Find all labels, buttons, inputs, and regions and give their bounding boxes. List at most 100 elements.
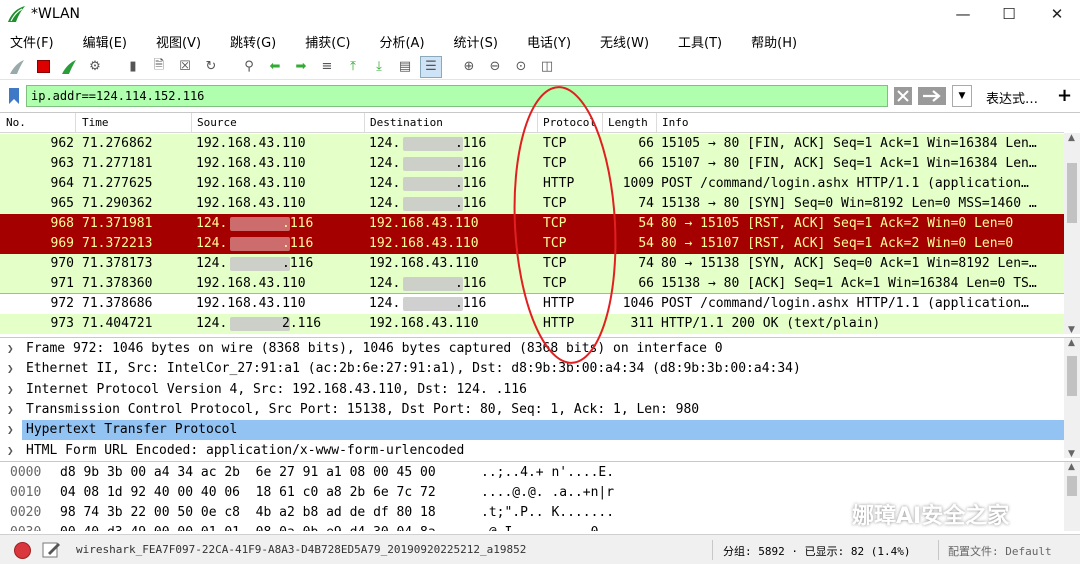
minimize-button[interactable]: — [940, 0, 986, 28]
filter-history-dropdown[interactable]: ▼ [952, 85, 972, 107]
column-header-destination[interactable]: Destination [370, 116, 443, 129]
details-scroll-thumb[interactable] [1067, 356, 1077, 396]
apply-filter-button[interactable] [917, 85, 947, 107]
go-to-packet-button[interactable]: ≡ [316, 56, 338, 78]
capture-comment-icon[interactable] [42, 541, 62, 559]
close-icon: ✕ [1050, 5, 1064, 23]
open-file-button[interactable]: ▮ [122, 56, 144, 78]
column-header-no[interactable]: No. [6, 116, 26, 129]
menu-telephony[interactable]: 电话(Y) [521, 32, 571, 51]
expand-arrow-icon[interactable]: ❯ [7, 400, 14, 420]
add-filter-button-icon[interactable]: + [1057, 85, 1072, 106]
menu-view[interactable]: 视图(V) [150, 32, 201, 51]
stop-capture-button[interactable] [32, 56, 54, 78]
menu-help[interactable]: 帮助(H) [745, 32, 797, 51]
arrow-right-icon [918, 87, 946, 105]
ascii-bytes: ..;..4.+ n'....E. [481, 465, 615, 480]
packet-row[interactable]: 963 71.277181 192.168.43.110 124. TCP 66 15107… [0, 154, 1064, 174]
menu-go[interactable]: 跳转(G) [224, 32, 276, 51]
column-header-info[interactable]: Info [662, 116, 689, 129]
find-packet-button[interactable]: ⚲ [238, 56, 260, 78]
packet-length: 66 [638, 276, 654, 291]
colorize-button[interactable]: ☰ [420, 55, 442, 78]
shark-fin-icon [10, 59, 24, 74]
packet-info: POST /command/login.ashx HTTP/1.1 (appli… [661, 176, 1029, 191]
menu-wireless[interactable]: 无线(W) [594, 32, 649, 51]
autoscroll-button[interactable]: ▤ [394, 56, 416, 78]
packet-list-scroll-thumb[interactable] [1067, 163, 1077, 223]
title-bar: *WLAN — ☐ ✕ [0, 0, 1080, 28]
menu-edit[interactable]: 编辑(E) [77, 32, 127, 51]
column-header-length[interactable]: Length [608, 116, 648, 129]
expression-button[interactable]: 表达式… [986, 88, 1038, 107]
start-capture-button[interactable] [6, 56, 28, 78]
packet-row[interactable]: 969 71.372213 124. 192.168.43.110 TCP 54 80 → … [0, 234, 1064, 254]
packet-row[interactable]: 965 71.290362 192.168.43.110 124. TCP 74 15138… [0, 194, 1064, 214]
reload-button[interactable]: ↻ [200, 56, 222, 78]
packet-time: 71.378686 [82, 296, 153, 311]
minimize-icon: — [955, 5, 971, 23]
go-back-button[interactable]: ⬅ [264, 56, 286, 78]
column-divider [75, 113, 76, 133]
bytes-scrollbar[interactable]: ▲ [1064, 462, 1080, 531]
zoom-in-button[interactable]: ⊕ [458, 56, 480, 78]
detail-tree-item[interactable]: ❯ HTML Form URL Encoded: application/x-ww… [0, 441, 1064, 459]
detail-tree-item[interactable]: ❯ Internet Protocol Version 4, Src: 192.1… [0, 380, 1064, 400]
toolbar-separator [446, 56, 454, 78]
goto-packet-icon: ≡ [321, 59, 333, 74]
display-filter-input[interactable]: ip.addr==124.114.152.116 [26, 85, 888, 107]
clear-filter-button[interactable] [892, 85, 914, 107]
packet-destination: 192.168.43.110 [369, 256, 479, 271]
capture-options-button[interactable]: ⚙ [84, 56, 106, 78]
detail-tree-item[interactable]: ❯ Ethernet II, Src: IntelCor_27:91:a1 (ac… [0, 359, 1064, 379]
last-packet-button[interactable]: ⤓ [368, 56, 390, 78]
packet-row[interactable]: 962 71.276862 192.168.43.110 124. TCP 66 15105… [0, 134, 1064, 154]
close-file-button[interactable]: ☒ [174, 56, 196, 78]
detail-tree-item[interactable]: ❯ Transmission Control Protocol, Src Port… [0, 400, 1064, 420]
hex-dump-row[interactable]: 0000 d8 9b 3b 00 a4 34 ac 2b 6e 27 91 a1 … [0, 463, 1064, 483]
column-divider [602, 113, 603, 133]
expand-arrow-icon[interactable]: ❯ [7, 359, 14, 379]
zoom-out-button[interactable]: ⊖ [484, 56, 506, 78]
scroll-down-icon: ▼ [1068, 325, 1075, 334]
packet-list-scrollbar[interactable]: ▲ ▼ [1064, 133, 1080, 334]
filter-bookmark-button[interactable] [4, 85, 24, 107]
packet-row[interactable]: 971 71.378360 192.168.43.110 124. TCP 66 15138… [0, 274, 1064, 294]
detail-text: Ethernet II, Src: IntelCor_27:91:a1 (ac:… [26, 361, 801, 377]
expand-arrow-icon[interactable]: ❯ [7, 441, 14, 459]
details-scrollbar[interactable]: ▲ ▼ [1064, 338, 1080, 458]
ip-suffix: .116 [282, 236, 314, 251]
profile-status[interactable]: 配置文件: Default [948, 543, 1052, 559]
column-header-source[interactable]: Source [197, 116, 237, 129]
column-header-protocol[interactable]: Protocol [543, 116, 596, 129]
maximize-button[interactable]: ☐ [986, 0, 1032, 28]
first-packet-icon: ⤒ [350, 59, 356, 74]
restart-capture-button[interactable] [58, 56, 80, 78]
column-header-time[interactable]: Time [82, 116, 109, 129]
expand-arrow-icon[interactable]: ❯ [7, 339, 14, 359]
packet-row[interactable]: 970 71.378173 124. 192.168.43.110 TCP 74 80 → … [0, 254, 1064, 274]
detail-tree-item[interactable]: Hypertext Transfer Protocol [22, 420, 1064, 441]
packet-row[interactable]: 972 71.378686 192.168.43.110 124. HTTP 1046 PO… [0, 293, 1065, 315]
packet-row[interactable]: 964 71.277625 192.168.43.110 124. HTTP 1009 PO… [0, 174, 1064, 194]
detail-tree-item[interactable]: ❯ Frame 972: 1046 bytes on wire (8368 bit… [0, 339, 1064, 359]
redaction-blur [403, 197, 463, 211]
packet-time: 71.372213 [82, 236, 153, 251]
expand-arrow-icon[interactable]: ❯ [7, 380, 14, 400]
go-forward-button[interactable]: ➡ [290, 56, 312, 78]
close-window-button[interactable]: ✕ [1034, 0, 1080, 28]
first-packet-button[interactable]: ⤒ [342, 56, 364, 78]
menu-file[interactable]: 文件(F) [4, 32, 54, 51]
save-file-button[interactable]: 🗎 [148, 56, 170, 78]
menu-tools[interactable]: 工具(T) [672, 32, 722, 51]
packet-row[interactable]: 973 71.404721 124. 192.168.43.110 HTTP 311 HTT… [0, 314, 1064, 334]
expand-arrow-icon[interactable]: ❯ [7, 420, 14, 440]
bytes-scroll-thumb[interactable] [1067, 476, 1077, 496]
resize-columns-button[interactable]: ◫ [536, 56, 558, 78]
packet-row[interactable]: 968 71.371981 124. 192.168.43.110 TCP 54 80 → … [0, 214, 1064, 234]
menu-capture[interactable]: 捕获(C) [299, 32, 350, 51]
normal-size-button[interactable]: ⊙ [510, 56, 532, 78]
menu-analyze[interactable]: 分析(A) [373, 32, 424, 51]
menu-statistics[interactable]: 统计(S) [448, 32, 498, 51]
expert-info-icon[interactable] [14, 542, 31, 559]
